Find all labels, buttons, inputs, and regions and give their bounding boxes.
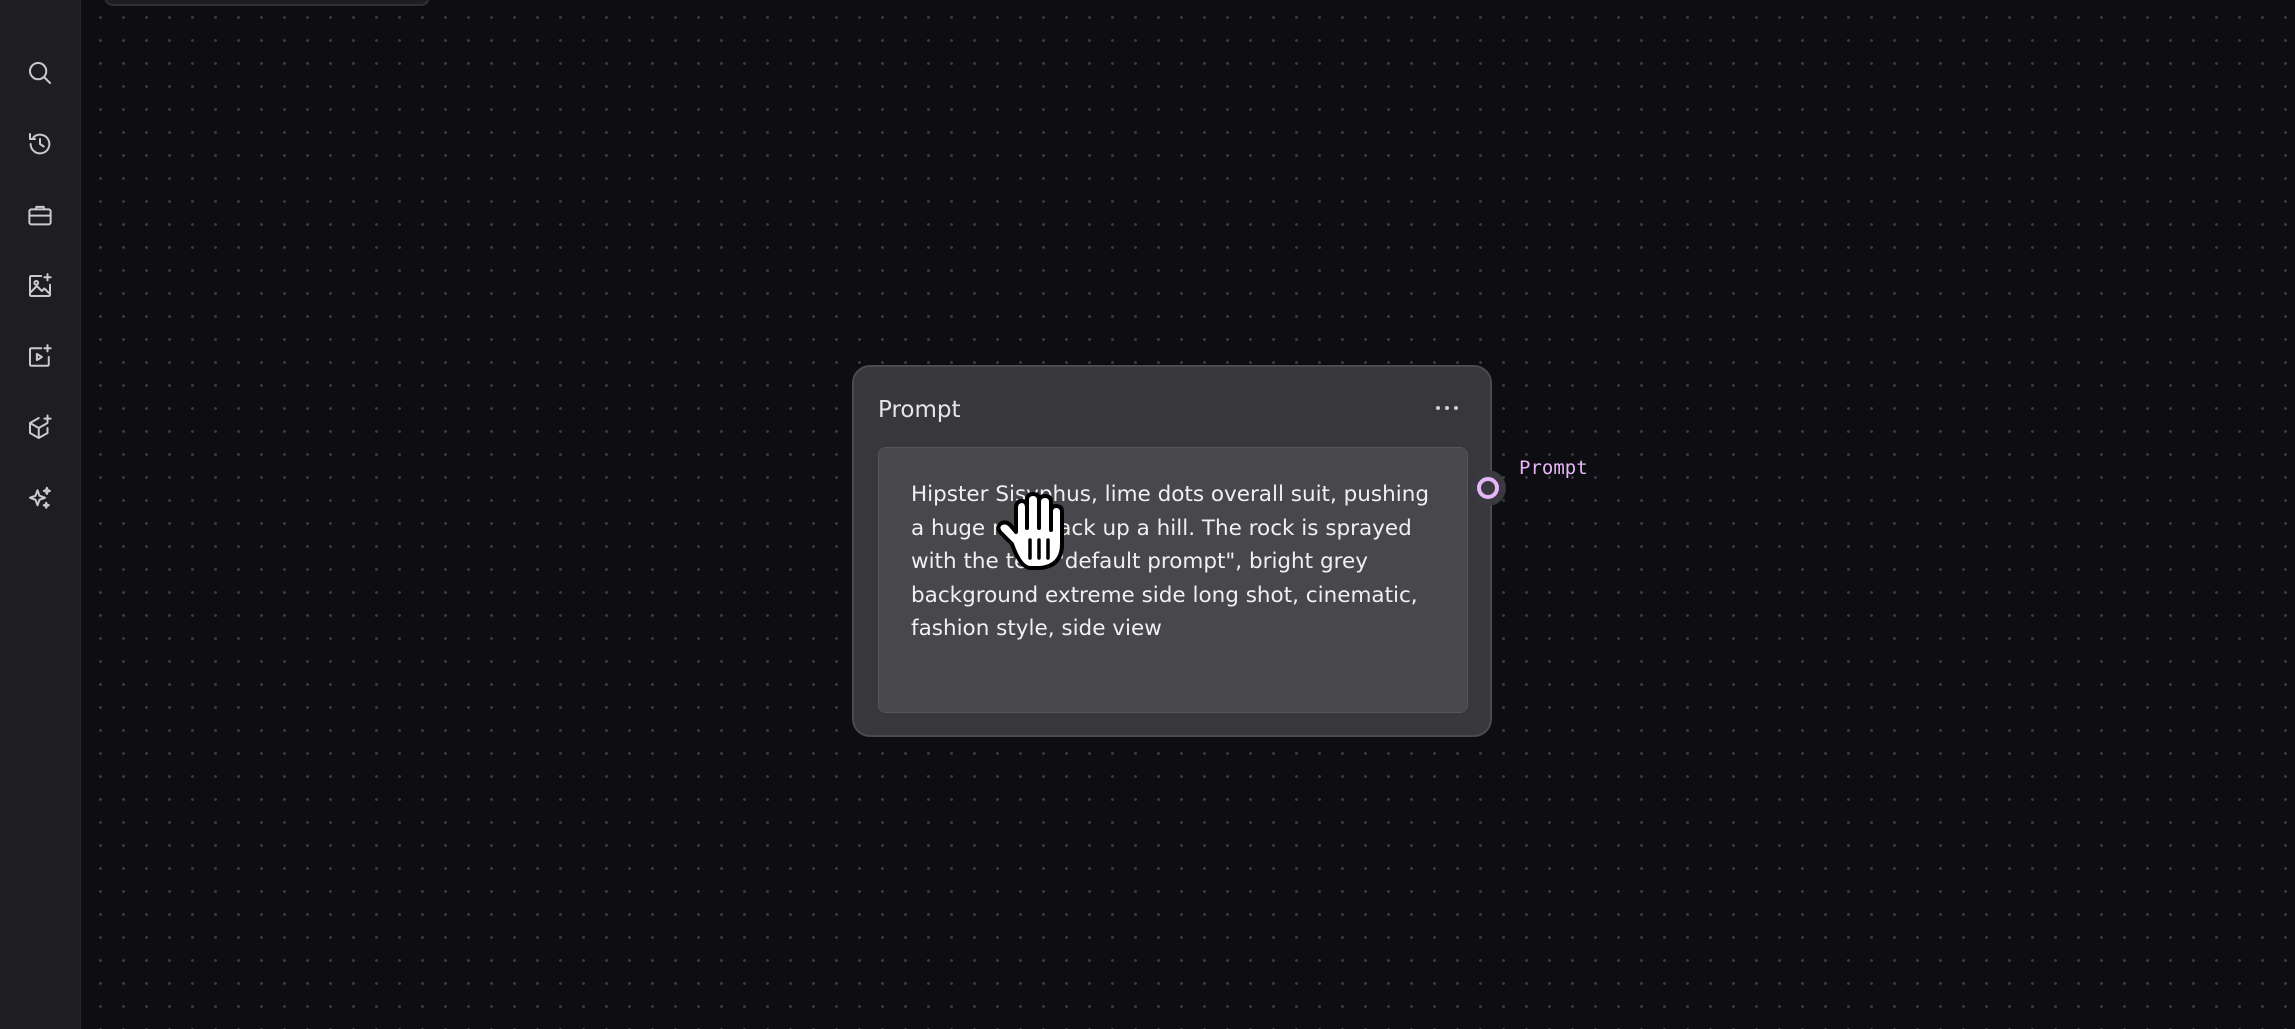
3d-generate-icon[interactable] [22, 410, 58, 446]
left-sidebar [0, 0, 81, 1029]
node-more-options-button[interactable] [1430, 393, 1464, 423]
more-dot-icon [1436, 406, 1440, 410]
video-generate-icon[interactable] [22, 339, 58, 375]
port-circle-icon [1477, 477, 1499, 499]
image-generate-icon[interactable] [22, 268, 58, 304]
more-dot-icon [1445, 406, 1449, 410]
prompt-node[interactable]: Prompt Hipster Sisyphus, lime dots overa… [852, 365, 1492, 737]
sparkle-icon[interactable] [22, 481, 58, 517]
history-icon[interactable] [22, 126, 58, 162]
prompt-textarea[interactable]: Hipster Sisyphus, lime dots overall suit… [878, 447, 1468, 713]
toolbox-icon[interactable] [22, 197, 58, 233]
top-toolbar-panel [104, 0, 430, 6]
node-title: Prompt [878, 397, 961, 423]
output-port-label: Prompt [1519, 457, 1588, 479]
more-dot-icon [1454, 406, 1458, 410]
search-icon[interactable] [22, 55, 58, 91]
output-port[interactable] [1470, 470, 1506, 506]
